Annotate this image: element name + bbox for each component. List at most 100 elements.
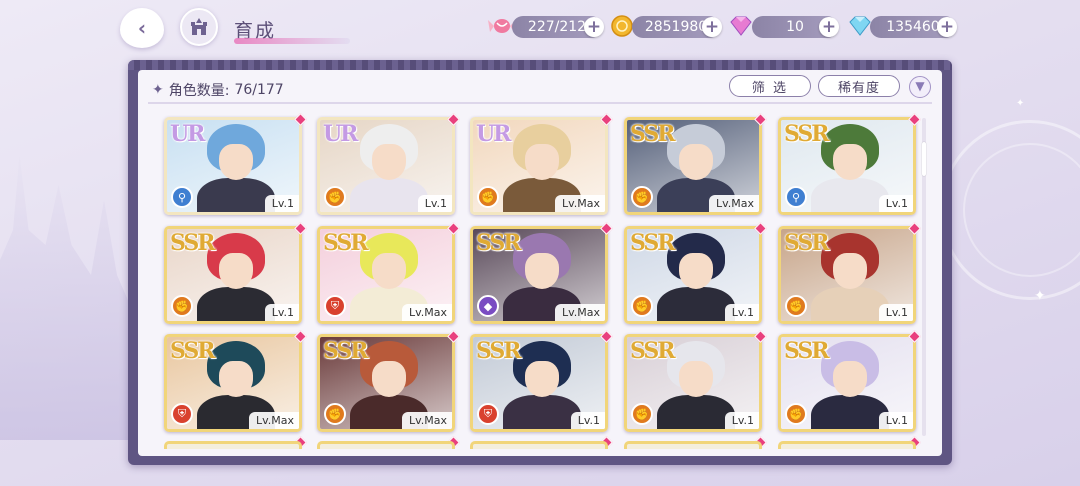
fist-attribute-icon: ✊ [631, 295, 653, 317]
character-face [219, 361, 253, 397]
level-label: Lv.Max [554, 304, 605, 321]
character-outfit [657, 395, 735, 429]
rarity-badge: SSR [630, 121, 676, 147]
rarity-badge: SSR [630, 230, 676, 256]
card-peek[interactable] [164, 441, 302, 449]
level-label: Lv.1 [264, 195, 299, 212]
character-outfit [811, 178, 889, 212]
card-peek[interactable] [778, 441, 916, 449]
character-card[interactable]: UR ⚲ Lv.1 [164, 117, 302, 215]
character-face [372, 253, 406, 289]
character-outfit [657, 287, 735, 321]
fist-attribute-icon: ✊ [171, 295, 193, 317]
pink-diamond-icon [727, 12, 755, 40]
key-attribute-icon: ⚲ [171, 186, 193, 208]
fist-attribute-icon: ✊ [631, 186, 653, 208]
pink-diamond-value: 10 [786, 19, 804, 35]
card-peek[interactable] [624, 441, 762, 449]
blue-diamond-value: 135460 [886, 19, 940, 35]
fist-attribute-icon: ✊ [785, 295, 807, 317]
fist-attribute-icon: ✊ [631, 403, 653, 425]
stamina-value: 227/212 [527, 19, 587, 35]
character-face [679, 253, 713, 289]
character-face [525, 253, 559, 289]
level-label: Lv.1 [570, 412, 605, 429]
filter-button[interactable]: 筛 选 [729, 75, 811, 97]
character-count-value: 76/177 [234, 82, 284, 98]
level-label: Lv.1 [878, 304, 913, 321]
character-card[interactable]: UR ✊ Lv.1 [317, 117, 455, 215]
character-outfit [350, 178, 428, 212]
card-peek[interactable] [317, 441, 455, 449]
key-attribute-icon: ⚲ [785, 186, 807, 208]
character-card[interactable]: SSR ✊ Lv.Max [317, 334, 455, 432]
character-outfit [811, 395, 889, 429]
character-face [833, 253, 867, 289]
chevron-down-icon: ▼ [915, 79, 925, 93]
character-card[interactable]: SSR ✊ Lv.1 [778, 226, 916, 324]
rarity-badge: SSR [476, 230, 522, 256]
home-button[interactable] [180, 8, 218, 46]
rarity-badge: SSR [476, 338, 522, 364]
add-pink-diamond-button[interactable]: + [819, 17, 839, 37]
character-outfit [197, 287, 275, 321]
level-label: Lv.Max [708, 195, 759, 212]
character-card[interactable]: SSR ⛨ Lv.Max [317, 226, 455, 324]
character-card[interactable]: UR ✊ Lv.Max [470, 117, 608, 215]
gem-attribute-icon: ◆ [477, 295, 499, 317]
character-count: ✦ 角色数量: 76/177 [152, 80, 284, 100]
background-ferris-wheel [940, 120, 1080, 300]
fist-attribute-icon: ✊ [324, 186, 346, 208]
gold-value: 2851980 [644, 19, 708, 35]
level-label: Lv.Max [401, 304, 452, 321]
rarity-badge: SSR [630, 338, 676, 364]
character-face [525, 361, 559, 397]
castle-home-icon [191, 18, 207, 35]
rarity-badge: SSR [323, 338, 369, 364]
character-card[interactable]: SSR ✊ Lv.1 [624, 334, 762, 432]
background-castle-silhouette [0, 155, 130, 440]
character-card[interactable]: SSR ⛨ Lv.1 [470, 334, 608, 432]
level-label: Lv.1 [878, 195, 913, 212]
character-card[interactable]: SSR ✊ Lv.1 [164, 226, 302, 324]
character-face [219, 253, 253, 289]
add-gold-button[interactable]: + [702, 17, 722, 37]
card-peek[interactable] [470, 441, 608, 449]
rarity-badge: SSR [784, 121, 830, 147]
character-outfit [811, 287, 889, 321]
character-card[interactable]: SSR ⛨ Lv.Max [164, 334, 302, 432]
sort-order-button[interactable]: ▼ [909, 76, 931, 98]
character-face [372, 144, 406, 180]
character-face [219, 144, 253, 180]
rarity-badge: UR [476, 121, 511, 147]
add-stamina-button[interactable]: + [584, 17, 604, 37]
add-blue-diamond-button[interactable]: + [937, 17, 957, 37]
character-outfit [197, 178, 275, 212]
character-card[interactable]: SSR ✊ Lv.1 [778, 334, 916, 432]
character-face [833, 144, 867, 180]
title-decoration [234, 38, 350, 44]
character-face [372, 361, 406, 397]
character-card[interactable]: SSR ✊ Lv.1 [624, 226, 762, 324]
level-label: Lv.Max [554, 195, 605, 212]
sparkle-bullet-icon: ✦ [152, 82, 164, 98]
rarity-badge: UR [170, 121, 205, 147]
rarity-badge: SSR [784, 338, 830, 364]
character-face [679, 144, 713, 180]
character-card[interactable]: SSR ◆ Lv.Max [470, 226, 608, 324]
scrollbar-thumb[interactable] [922, 142, 926, 176]
sparkle-icon: ✦ [1034, 288, 1046, 304]
rarity-badge: SSR [323, 230, 369, 256]
back-button[interactable]: ‹ [120, 8, 164, 48]
back-arrow-icon: ‹ [137, 16, 147, 40]
shield-attribute-icon: ⛨ [171, 403, 193, 425]
character-card[interactable]: SSR ✊ Lv.Max [624, 117, 762, 215]
header-divider [148, 102, 932, 104]
level-label: Lv.1 [878, 412, 913, 429]
level-label: Lv.Max [248, 412, 299, 429]
character-count-label: 角色数量: [168, 83, 230, 99]
rarity-sort-button[interactable]: 稀有度 [818, 75, 900, 97]
level-label: Lv.Max [401, 412, 452, 429]
character-card[interactable]: SSR ⚲ Lv.1 [778, 117, 916, 215]
fist-attribute-icon: ✊ [785, 403, 807, 425]
